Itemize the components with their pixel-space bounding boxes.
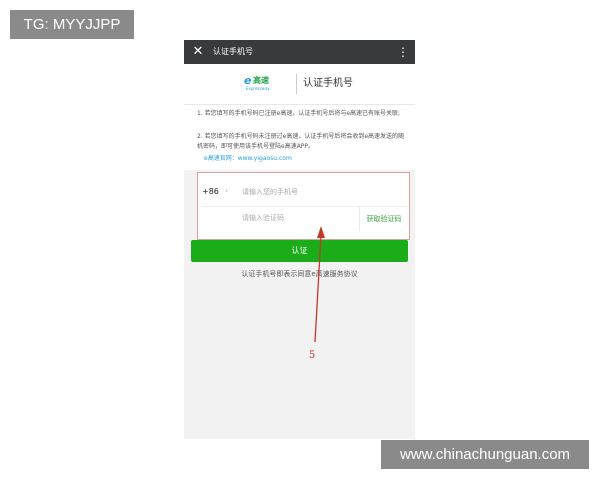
get-code-button[interactable]: 获取验证码 (359, 207, 408, 231)
egaosu-logo: e 高速 Expressway (244, 75, 289, 92)
page-header: e 高速 Expressway 认证手机号 (184, 64, 415, 104)
title-bar-title: 认证手机号 (213, 47, 253, 56)
phone-screen: ✕ 认证手机号 ⋮ e 高速 Expressway 认证手机号 1. 若您填写的… (184, 40, 415, 439)
instruction-item: 1. 若您填写的手机号码已注册e高速，认证手机号后将与e高速已有账号关联; (197, 110, 401, 117)
verify-button[interactable]: 认证 (191, 240, 408, 262)
more-menu-icon[interactable]: ⋮ (397, 42, 409, 62)
title-bar: ✕ 认证手机号 ⋮ (184, 40, 415, 64)
page-title: 认证手机号 (303, 78, 353, 89)
header-divider (296, 74, 297, 94)
verification-form: +86 › 获取验证码 (197, 172, 410, 240)
logo-name: 高速 (253, 76, 269, 85)
logo-sub: Expressway (246, 86, 270, 91)
instruction-item: 2. 若您填写的手机号码未注册过e高速，认证手机号后将会收到e高速发送的随机密码… (197, 133, 405, 150)
chevron-right-icon: › (225, 186, 229, 195)
corner-badge: TG: MYYJJPP (10, 10, 134, 39)
verification-code-input[interactable] (242, 208, 352, 228)
close-icon[interactable]: ✕ (190, 42, 206, 62)
phone-input[interactable] (242, 182, 402, 202)
instructions-panel: 1. 若您填写的手机号码已注册e高速，认证手机号后将与e高速已有账号关联; 2.… (184, 104, 415, 170)
official-site-link[interactable]: e高速官网：www.yigaosu.com (204, 155, 292, 163)
country-code[interactable]: +86 (202, 187, 219, 197)
agreement-text: 认证手机号即表示同意e高速服务协议 (241, 270, 358, 278)
watermark: www.chinachunguan.com (381, 440, 589, 469)
